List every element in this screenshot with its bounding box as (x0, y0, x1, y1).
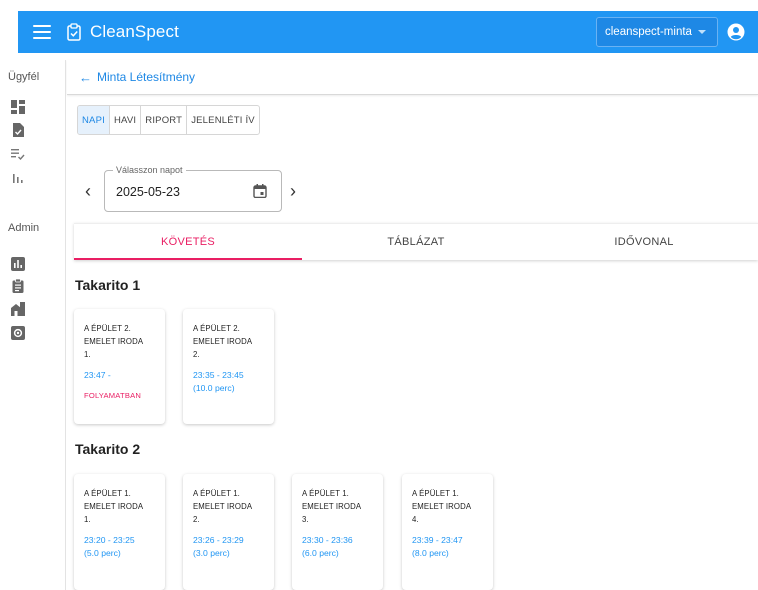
room-name-line: EMELET IRODA (84, 337, 144, 346)
view-mode-toggle: NAPI HAVI RIPORT JELENLÉTI ÍV (77, 105, 260, 135)
time-range: 23:47 - (84, 370, 111, 380)
chevron-down-icon (697, 30, 706, 34)
cleaning-card[interactable]: A ÉPÜLET 2. EMELET IRODA 2. 23:35 - 23:4… (183, 309, 274, 424)
view-tabs: KÖVETÉS TÁBLÁZAT IDŐVONAL (74, 223, 758, 260)
left-sidebar: Ügyfél Admin (0, 60, 66, 590)
room-name-line: EMELET IRODA (193, 502, 253, 511)
sidebar-section-client: Ügyfél (8, 71, 40, 83)
room-name-line: 1. (84, 515, 91, 524)
checklist-icon[interactable] (11, 147, 25, 161)
room-name-line: A ÉPÜLET 1. (412, 489, 459, 498)
mode-attendance-button[interactable]: JELENLÉTI ÍV (187, 106, 259, 134)
time-range: 23:35 - 23:45 (193, 370, 244, 380)
tab-timeline[interactable]: IDŐVONAL (530, 224, 758, 260)
calendar-icon[interactable] (253, 184, 267, 198)
time-range: 23:39 - 23:47 (412, 535, 463, 545)
tenant-select-value: cleanspect-minta (605, 26, 692, 38)
page-header: ← Minta Létesítmény (67, 60, 758, 95)
cleaning-card[interactable]: A ÉPÜLET 1. EMELET IRODA 4. 23:39 - 23:4… (402, 474, 493, 590)
room-name-line: A ÉPÜLET 2. (193, 324, 240, 333)
app-title: CleanSpect (90, 22, 179, 41)
room-name-line: A ÉPÜLET 1. (193, 489, 240, 498)
next-day-button[interactable]: › (290, 181, 296, 202)
bar-chart-icon[interactable] (11, 170, 25, 184)
duration: (6.0 perc) (302, 548, 339, 558)
settings-box-icon[interactable] (11, 326, 25, 340)
facility-name: Minta Létesítmény (97, 70, 196, 84)
date-field[interactable]: Válasszon napot 2025-05-23 (104, 165, 282, 212)
room-name-line: A ÉPÜLET 1. (84, 489, 131, 498)
room-name-line: EMELET IRODA (412, 502, 472, 511)
sidebar-section-admin: Admin (8, 222, 40, 234)
room-name-line: EMELET IRODA (193, 337, 253, 346)
clipboard-icon[interactable] (11, 279, 25, 293)
room-name-line: 2. (193, 350, 200, 359)
status-badge: FOLYAMATBAN (84, 391, 142, 400)
time-range: 23:30 - 23:36 (302, 535, 353, 545)
room-name-line: 4. (412, 515, 419, 524)
buildings-icon[interactable] (11, 302, 25, 316)
room-name-line: EMELET IRODA (84, 502, 144, 511)
room-name-line: A ÉPÜLET 2. (84, 324, 131, 333)
room-name-line: 1. (84, 350, 91, 359)
cleaning-card[interactable]: A ÉPÜLET 2. EMELET IRODA 1. 23:47 - FOLY… (74, 309, 165, 424)
room-name-line: 2. (193, 515, 200, 524)
room-name-line: A ÉPÜLET 1. (302, 489, 349, 498)
app-bar: CleanSpect cleanspect-minta (18, 11, 758, 53)
room-name-line: EMELET IRODA (302, 502, 362, 511)
date-field-value: 2025-05-23 (116, 185, 180, 199)
menu-icon[interactable] (33, 25, 51, 39)
duration: (5.0 perc) (84, 548, 121, 558)
mode-daily-button[interactable]: NAPI (78, 106, 110, 134)
analytics-icon[interactable] (11, 257, 25, 271)
tab-tracking[interactable]: KÖVETÉS (74, 224, 302, 260)
cleaning-card[interactable]: A ÉPÜLET 1. EMELET IRODA 2. 23:26 - 23:2… (183, 474, 274, 590)
tenant-select[interactable]: cleanspect-minta (596, 17, 718, 47)
cleaner-group-title: Takarito 1 (75, 277, 141, 293)
dashboard-icon[interactable] (11, 100, 25, 114)
cleaning-card[interactable]: A ÉPÜLET 1. EMELET IRODA 3. 23:30 - 23:3… (292, 474, 383, 590)
mode-report-button[interactable]: RIPORT (141, 106, 188, 134)
time-range: 23:26 - 23:29 (193, 535, 244, 545)
duration: (3.0 perc) (193, 548, 230, 558)
room-name-line: 3. (302, 515, 309, 524)
arrow-left-icon: ← (79, 69, 92, 85)
clipboard-check-icon (67, 23, 81, 41)
time-range: 23:20 - 23:25 (84, 535, 135, 545)
cleaner-group-title: Takarito 2 (75, 441, 141, 457)
previous-day-button[interactable]: ‹ (85, 181, 91, 202)
back-link[interactable]: ← Minta Létesítmény (79, 70, 195, 85)
duration: (10.0 perc) (193, 383, 235, 393)
tab-table[interactable]: TÁBLÁZAT (302, 224, 530, 260)
top-bar-area: CleanSpect cleanspect-minta (0, 0, 758, 60)
duration: (8.0 perc) (412, 548, 449, 558)
cleaning-card[interactable]: A ÉPÜLET 1. EMELET IRODA 1. 23:20 - 23:2… (74, 474, 165, 590)
mode-monthly-button[interactable]: HAVI (110, 106, 142, 134)
document-check-icon[interactable] (11, 123, 25, 137)
date-field-label: Válasszon napot (113, 165, 186, 175)
account-circle-icon[interactable] (727, 23, 745, 41)
